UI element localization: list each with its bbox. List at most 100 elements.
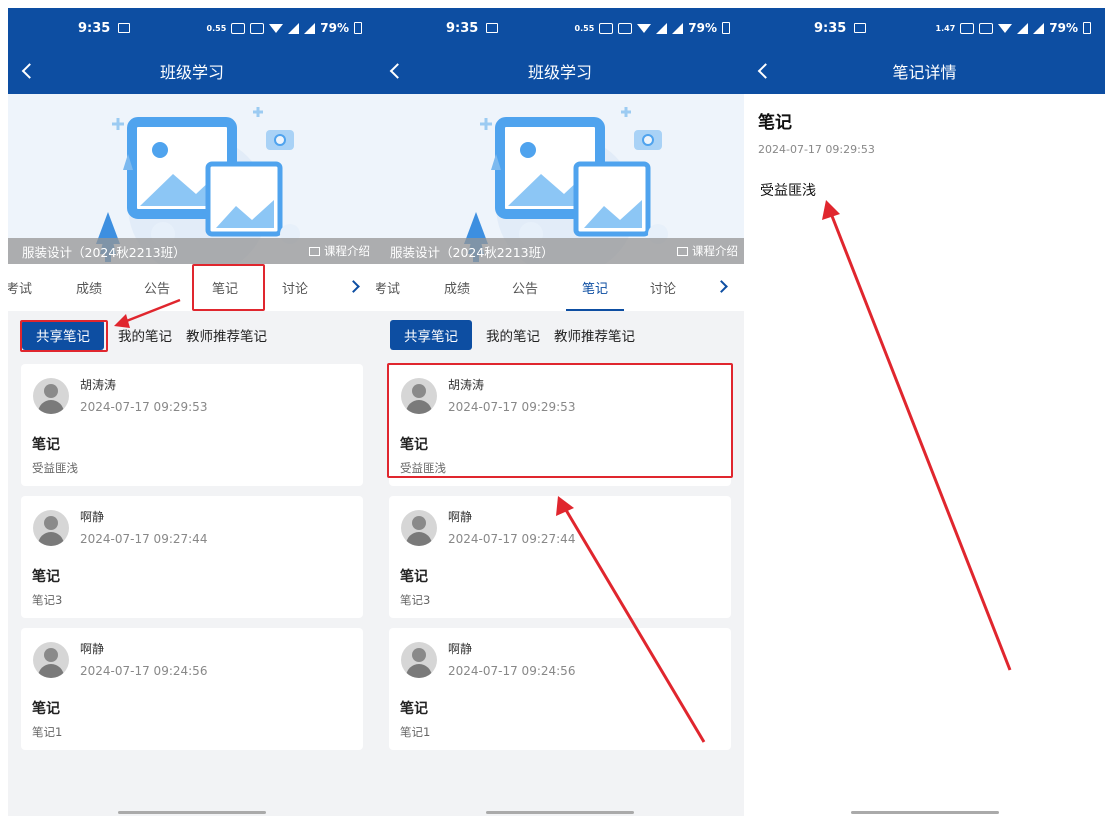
note-author: 胡涛涛: [80, 378, 117, 392]
note-author: 啊静: [80, 642, 105, 656]
image-notification-icon: [486, 23, 499, 33]
battery-icon: [722, 22, 730, 34]
course-banner[interactable]: 服装设计（2024秋2213班） 课程介绍: [376, 94, 744, 264]
tab-exam[interactable]: 考试: [376, 264, 412, 311]
course-name: 服装设计（2024秋2213班）: [390, 244, 554, 260]
back-arrow-icon[interactable]: [21, 63, 38, 79]
tab-grades[interactable]: 成绩: [64, 264, 114, 311]
screenshot-collage: 9:35 0.55 79% 班级学习 服装设计（2024秋2213班） 课程介绍…: [0, 0, 1105, 817]
my-notes-button[interactable]: 我的笔记: [486, 325, 540, 345]
note-card[interactable]: 啊静 2024-07-17 09:27:44 笔记 笔记3: [21, 496, 363, 618]
note-content: 受益匪浅: [32, 461, 78, 475]
nfc-icon: [599, 22, 614, 34]
note-title: 笔记: [400, 701, 428, 717]
note-time: 2024-07-17 09:29:53: [80, 400, 208, 414]
note-card[interactable]: 胡涛涛 2024-07-17 09:29:53 笔记 受益匪浅: [21, 364, 363, 486]
tab-grades[interactable]: 成绩: [432, 264, 482, 311]
tab-bar: 考试 成绩 公告 笔记 讨论: [376, 264, 744, 311]
image-notification-icon: [118, 23, 131, 33]
note-time: 2024-07-17 09:27:44: [448, 532, 576, 546]
avatar: [33, 378, 69, 414]
home-indicator[interactable]: [486, 811, 634, 814]
battery-icon: [1083, 22, 1091, 34]
tab-announcements[interactable]: 公告: [500, 264, 550, 311]
my-notes-button[interactable]: 我的笔记: [118, 325, 172, 345]
status-icons: 0.55 79%: [207, 21, 362, 35]
tab-announcements[interactable]: 公告: [132, 264, 182, 311]
course-intro-label: 课程介绍: [324, 244, 370, 258]
battery-percent: 79%: [320, 21, 349, 35]
book-icon: [677, 246, 688, 256]
hd-icon: [979, 22, 994, 34]
highlight-box-note-card: [387, 363, 733, 478]
back-arrow-icon[interactable]: [389, 63, 406, 79]
nfc-icon: [960, 22, 975, 34]
highlight-box-shared-notes: [20, 320, 108, 352]
detail-note-time: 2024-07-17 09:29:53: [758, 143, 875, 156]
chevron-right-icon[interactable]: [715, 280, 728, 293]
note-time: 2024-07-17 09:27:44: [80, 532, 208, 546]
note-title: 笔记: [32, 569, 60, 585]
status-time: 9:35: [814, 20, 847, 36]
course-intro-link[interactable]: 课程介绍: [309, 243, 370, 259]
nav-bar: 班级学习: [8, 48, 376, 94]
note-card[interactable]: 啊静 2024-07-17 09:24:56 笔记 笔记1: [389, 628, 731, 750]
note-time: 2024-07-17 09:24:56: [80, 664, 208, 678]
nav-title: 笔记详情: [892, 63, 957, 82]
signal-icon-2: [304, 22, 316, 34]
avatar: [33, 510, 69, 546]
note-card[interactable]: 啊静 2024-07-17 09:27:44 笔记 笔记3: [389, 496, 731, 618]
nfc-icon: [231, 22, 246, 34]
note-filter: 共享笔记 我的笔记 教师推荐笔记: [376, 311, 744, 359]
signal-icon: [1017, 22, 1029, 34]
signal-icon-2: [1033, 22, 1045, 34]
battery-percent: 79%: [688, 21, 717, 35]
tab-exam[interactable]: 考试: [8, 264, 44, 311]
phone-screen-detail: 9:35 1.47 79% 笔记详情 笔记 2024-07-17 09:29:5…: [744, 8, 1105, 816]
status-icons: 1.47 79%: [936, 21, 1091, 35]
avatar: [33, 642, 69, 678]
course-intro-link[interactable]: 课程介绍: [677, 243, 738, 259]
note-title: 笔记: [400, 569, 428, 585]
detail-note-content: 受益匪浅: [760, 183, 816, 199]
status-time: 9:35: [446, 20, 479, 36]
nav-bar: 笔记详情: [744, 48, 1105, 94]
note-title: 笔记: [32, 701, 60, 717]
net-speed: 1.47: [935, 23, 956, 33]
note-author: 啊静: [80, 510, 105, 524]
chevron-right-icon[interactable]: [347, 280, 360, 293]
course-title-bar: 服装设计（2024秋2213班） 课程介绍: [376, 238, 744, 264]
phone-screen-list-1: 9:35 0.55 79% 班级学习 服装设计（2024秋2213班） 课程介绍…: [8, 8, 376, 816]
tab-discussion[interactable]: 讨论: [638, 264, 688, 311]
note-content: 笔记3: [32, 593, 63, 607]
nav-title: 班级学习: [527, 63, 592, 82]
signal-icon: [288, 22, 300, 34]
home-indicator[interactable]: [118, 811, 266, 814]
note-content: 笔记1: [32, 725, 63, 739]
course-intro-label: 课程介绍: [692, 244, 738, 258]
nav-title: 班级学习: [159, 63, 224, 82]
teacher-recommended-notes-button[interactable]: 教师推荐笔记: [554, 325, 635, 345]
note-title: 笔记: [32, 437, 60, 453]
signal-icon: [656, 22, 668, 34]
status-time: 9:35: [78, 20, 111, 36]
status-bar: 9:35 1.47 79%: [744, 8, 1105, 48]
wifi-icon: [269, 23, 284, 33]
tab-notes[interactable]: 笔记: [566, 264, 624, 311]
course-banner[interactable]: 服装设计（2024秋2213班） 课程介绍: [8, 94, 376, 264]
note-time: 2024-07-17 09:24:56: [448, 664, 576, 678]
battery-percent: 79%: [1049, 21, 1078, 35]
home-indicator[interactable]: [850, 811, 999, 814]
note-author: 啊静: [448, 642, 473, 656]
net-speed: 0.55: [206, 23, 227, 33]
image-notification-icon: [854, 23, 867, 33]
note-card[interactable]: 啊静 2024-07-17 09:24:56 笔记 笔记1: [21, 628, 363, 750]
detail-note-title: 笔记: [758, 113, 792, 133]
teacher-recommended-notes-button[interactable]: 教师推荐笔记: [186, 325, 267, 345]
signal-icon-2: [672, 22, 684, 34]
tab-discussion[interactable]: 讨论: [270, 264, 320, 311]
highlight-box-notes-tab: [192, 264, 265, 311]
shared-notes-button[interactable]: 共享笔记: [390, 320, 472, 350]
note-content: 笔记1: [400, 725, 431, 739]
back-arrow-icon[interactable]: [757, 63, 774, 79]
